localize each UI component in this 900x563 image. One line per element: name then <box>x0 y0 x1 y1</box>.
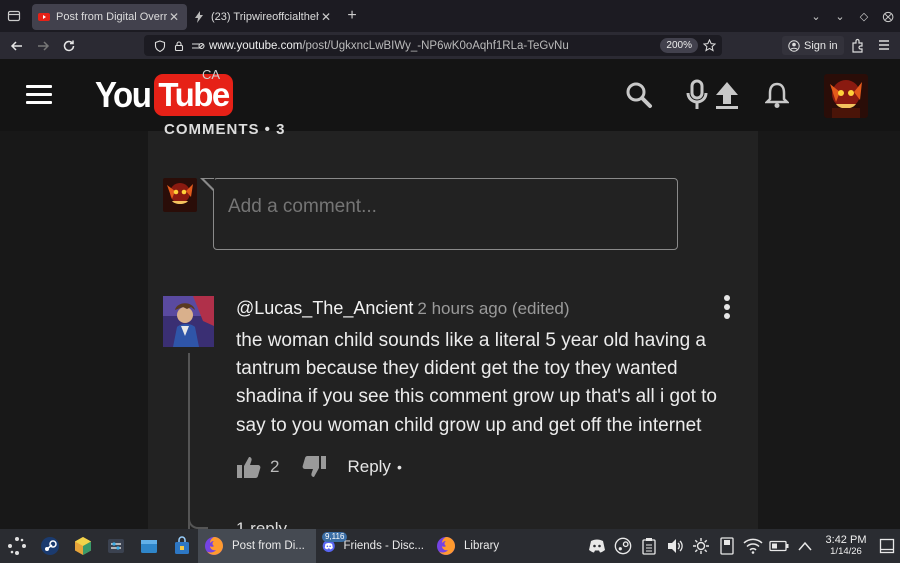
youtube-header: You Tube CA <box>0 59 900 131</box>
show-desktop-icon[interactable] <box>874 529 900 563</box>
page-content: COMMENTS • 3 @Lucas_The_Ancient2 hours a… <box>0 121 900 529</box>
search-icon[interactable] <box>624 79 654 111</box>
reply-button[interactable]: Reply <box>347 457 390 477</box>
comment-header: @Lucas_The_Ancient 2 hours ago (edited) <box>236 298 570 319</box>
permissions-icon[interactable] <box>190 38 206 54</box>
bookmark-star-icon[interactable] <box>700 36 718 54</box>
add-comment-input[interactable] <box>228 196 658 218</box>
clock[interactable]: 3:42 PM 1/14/26 <box>818 534 874 558</box>
taskbar: Post from Di... 9,116 Friends - Disc... … <box>0 529 900 563</box>
screen: Post from Digital Overri ✕ (23) Tripwire… <box>0 0 900 563</box>
task-label: Library <box>464 540 500 552</box>
tab-list-button[interactable] <box>0 0 28 32</box>
system-tray: 3:42 PM 1/14/26 <box>584 529 900 563</box>
thumbs-up-icon[interactable] <box>236 455 262 479</box>
steam-tray-icon[interactable] <box>610 529 636 563</box>
my-avatar <box>163 178 197 212</box>
shield-icon[interactable] <box>152 38 168 54</box>
sign-in-button[interactable]: Sign in <box>782 36 844 55</box>
upload-icon[interactable] <box>712 79 742 111</box>
view-replies-link[interactable]: 1 reply <box>236 519 287 529</box>
url-host: www.youtube.com <box>209 39 303 52</box>
app-launcher-icon[interactable] <box>0 529 33 563</box>
task-firefox-post[interactable]: Post from Di... <box>198 529 316 563</box>
youtube-favicon-icon <box>38 13 50 21</box>
notification-badge: 9,116 <box>322 532 348 542</box>
region-code: CA <box>202 67 221 82</box>
system-settings-icon[interactable] <box>99 529 132 563</box>
tab-title: Post from Digital Overri <box>56 11 167 23</box>
clock-time: 3:42 PM <box>825 534 867 546</box>
firefox-icon <box>205 537 223 555</box>
arrow-right-icon <box>38 40 50 51</box>
add-comment-box[interactable] <box>200 177 678 250</box>
reload-button[interactable] <box>56 32 82 59</box>
chevron-down-icon[interactable]: ⌄ <box>804 10 828 23</box>
task-label: Post from Di... <box>232 540 305 552</box>
firefox-icon <box>437 537 455 555</box>
brightness-icon[interactable] <box>688 529 714 563</box>
account-icon <box>788 39 800 52</box>
volume-icon[interactable] <box>662 529 688 563</box>
tab-close-icon[interactable]: ✕ <box>167 10 181 24</box>
comments-panel: COMMENTS • 3 @Lucas_The_Ancient2 hours a… <box>148 121 758 529</box>
tab-tripwire[interactable]: (23) Tripwireoffcialthehe ✕ <box>187 4 339 30</box>
comment-actions: 2 Reply • <box>236 453 402 481</box>
reload-icon <box>63 40 75 51</box>
commenter-avatar[interactable] <box>163 296 214 347</box>
sign-in-label: Sign in <box>804 39 838 52</box>
steam-icon[interactable] <box>33 529 66 563</box>
hamburger-menu-icon[interactable] <box>876 37 892 53</box>
tab-list-icon <box>7 10 21 22</box>
minimize-icon[interactable]: ⌄ <box>828 10 852 23</box>
lock-icon[interactable] <box>171 38 187 54</box>
forward-button[interactable] <box>30 32 56 59</box>
url-bar[interactable]: www.youtube.com/post/UgkxncLwBIWy_-NP6wK… <box>144 35 722 56</box>
discord-tray-icon[interactable] <box>584 529 610 563</box>
thread-curve <box>188 501 208 529</box>
file-manager-icon[interactable] <box>132 529 165 563</box>
new-tab-button[interactable]: + <box>339 7 365 25</box>
storage-icon[interactable] <box>714 529 740 563</box>
thumbs-down-icon[interactable] <box>301 455 327 479</box>
extensions-icon[interactable] <box>850 37 866 53</box>
comment-text: the woman child sounds like a literal 5 … <box>236 330 717 436</box>
tab-strip: Post from Digital Overri ✕ (23) Tripwire… <box>0 0 900 32</box>
wifi-icon[interactable] <box>740 529 766 563</box>
comment-author[interactable]: @Lucas_The_Ancient <box>236 298 413 318</box>
logo-tube-text: Tube <box>154 74 233 116</box>
chevron-up-icon[interactable] <box>792 529 818 563</box>
microphone-icon[interactable] <box>682 79 712 111</box>
task-discord-friends[interactable]: 9,116 Friends - Disc... <box>316 529 430 563</box>
task-label: Friends - Disc... <box>343 540 424 552</box>
comment-timestamp[interactable]: 2 hours ago (edited) <box>417 299 569 318</box>
url-path: /post/UgkxncLwBIWy_-NP6wK0oAqhf1RLa-TeGv… <box>302 39 569 52</box>
arrow-left-icon <box>10 40 22 51</box>
reply-separator: • <box>396 459 402 475</box>
tab-youtube-post[interactable]: Post from Digital Overri ✕ <box>32 4 187 30</box>
store-bag-icon[interactable] <box>165 529 198 563</box>
user-avatar[interactable] <box>824 74 868 118</box>
back-button[interactable] <box>4 32 30 59</box>
clock-date: 1/14/26 <box>830 546 862 557</box>
battery-icon[interactable] <box>766 529 792 563</box>
tab-close-icon[interactable]: ✕ <box>319 10 333 24</box>
task-library[interactable]: Library <box>430 529 548 563</box>
close-window-icon[interactable]: ⨂ <box>876 10 900 23</box>
maximize-icon[interactable]: ◇ <box>852 10 876 23</box>
clipboard-icon[interactable] <box>636 529 662 563</box>
tab-title: (23) Tripwireoffcialthehe <box>211 11 319 23</box>
like-count: 2 <box>270 457 280 476</box>
nav-bar: www.youtube.com/post/UgkxncLwBIWy_-NP6wK… <box>0 32 900 59</box>
discover-store-icon[interactable] <box>66 529 99 563</box>
comments-heading: COMMENTS • 3 <box>164 121 286 138</box>
lightning-favicon-icon <box>195 11 203 23</box>
guide-menu-icon[interactable] <box>26 85 52 105</box>
logo-you-text: You <box>95 74 152 115</box>
bell-icon[interactable] <box>762 79 792 111</box>
zoom-indicator[interactable]: 200% <box>660 38 698 53</box>
comment-more-icon[interactable] <box>724 295 732 321</box>
